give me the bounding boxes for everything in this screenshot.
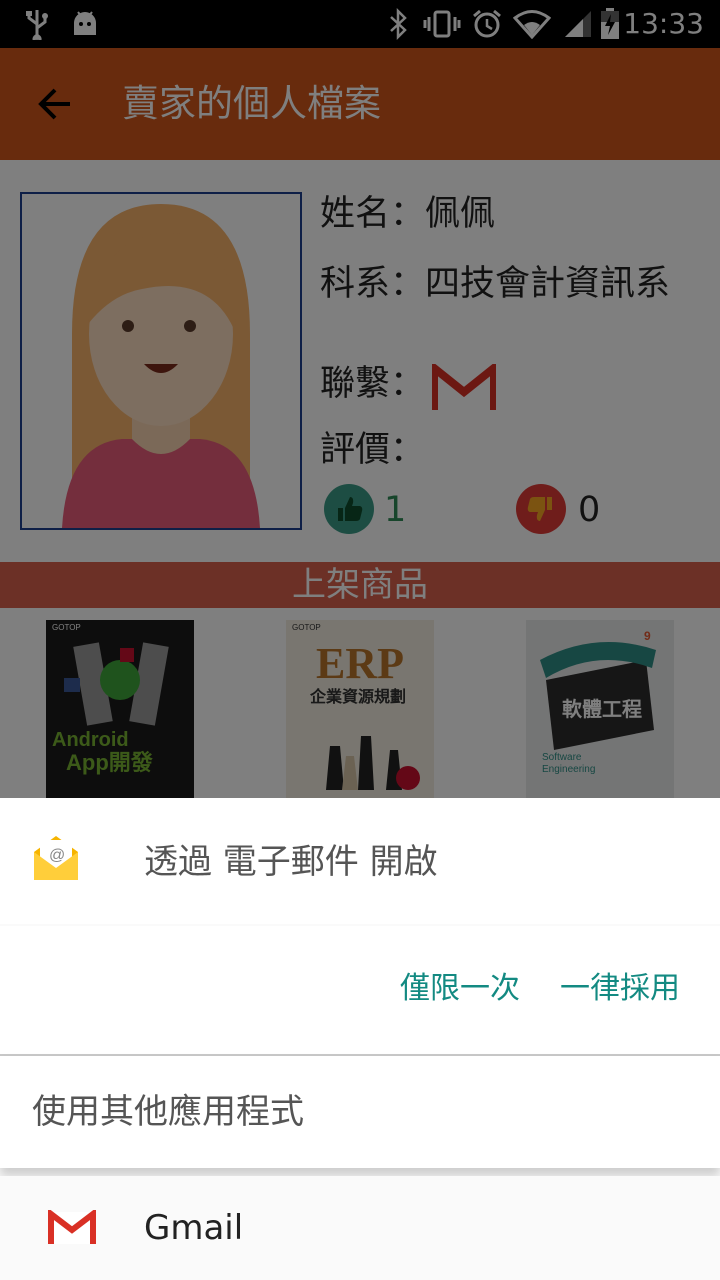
app-name-gmail: Gmail	[144, 1208, 244, 1248]
other-apps-text: 使用其他應用程式	[32, 1092, 304, 1132]
email-app-icon: @	[32, 834, 80, 882]
always-button[interactable]: 一律採用	[560, 968, 680, 1010]
app-option-gmail[interactable]: Gmail	[0, 1176, 720, 1280]
app-chooser-sheet: @ 透過 電子郵件 開啟 僅限一次 一律採用 使用其他應用程式 Gmail	[0, 798, 720, 1280]
just-once-button[interactable]: 僅限一次	[400, 968, 520, 1010]
chooser-buttons: 僅限一次 一律採用	[0, 926, 720, 1056]
dialog-scrim[interactable]	[0, 0, 720, 800]
gmail-icon	[48, 1207, 96, 1246]
other-apps-row[interactable]: 使用其他應用程式	[0, 1056, 720, 1168]
open-with-row[interactable]: @ 透過 電子郵件 開啟	[0, 798, 720, 924]
svg-text:@: @	[49, 847, 65, 864]
open-with-text: 透過 電子郵件 開啟	[144, 842, 438, 882]
